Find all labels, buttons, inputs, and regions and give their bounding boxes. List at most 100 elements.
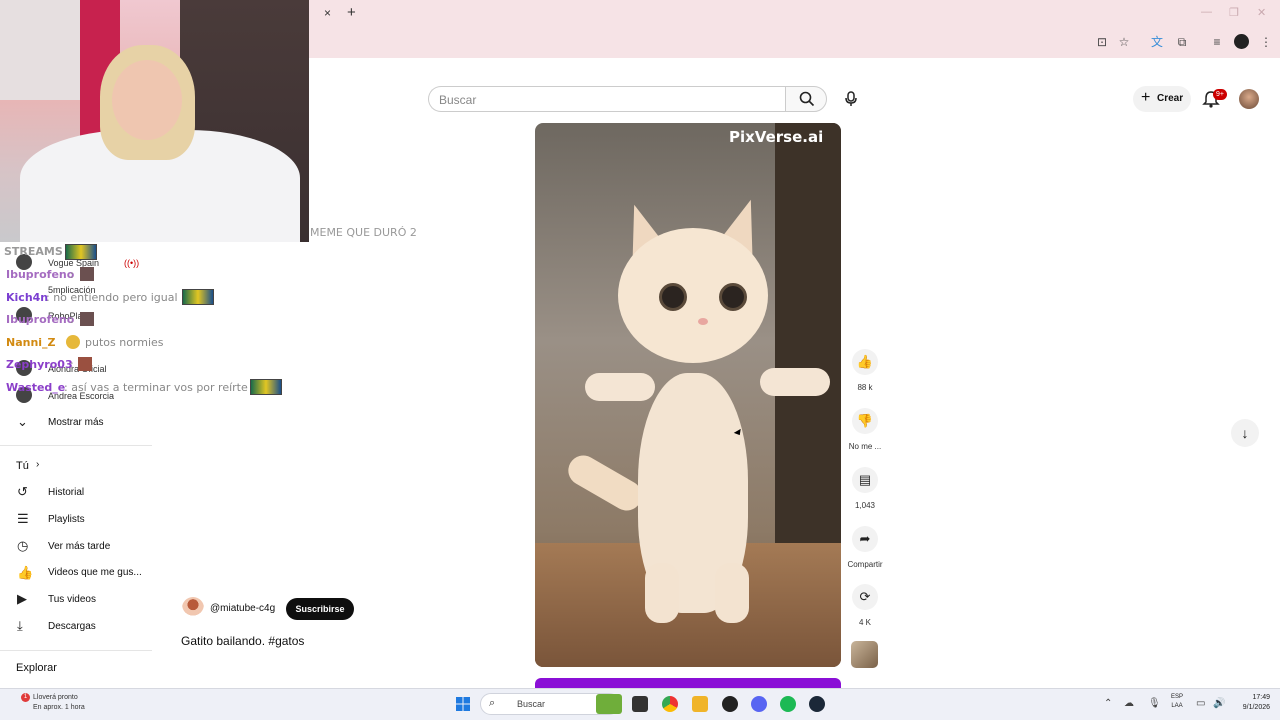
comment-count: 1,043 [854,501,876,510]
voice-search-button[interactable] [838,86,864,112]
chat-username: Wasted_e [6,381,66,394]
chevron-up-icon[interactable]: ⌃ [1104,698,1112,709]
chevron-down-icon: ⌄ [17,414,28,429]
browser-profile-avatar[interactable] [1234,34,1249,49]
spotify-icon[interactable] [780,696,796,712]
lang-line1: ESP [1170,694,1183,700]
remix-count: 4 K [858,618,871,627]
plus-icon: + [1141,89,1151,106]
weather-widget[interactable]: Lloverá pronto En aprox. 1 hora [33,693,85,713]
browser-menu-icon[interactable]: ⋮ [1258,34,1274,50]
short-video-player[interactable]: PixVerse.ai [535,123,841,667]
channel-handle[interactable]: @miatube-c4g [210,603,275,614]
task-view-icon[interactable] [632,696,648,712]
chat-message: : no entiendo pero igual [46,291,178,304]
chat-username: Ibuprofeno [6,268,75,281]
maximize-button[interactable]: ❐ [1229,6,1239,19]
chat-emote [78,357,92,371]
volume-icon[interactable]: 🔊 [1213,698,1225,709]
search-highlight-icon[interactable] [596,694,622,714]
sidebar-item-downloads[interactable]: Descargas [48,621,96,632]
tab-close-button[interactable]: × [324,6,331,20]
search-icon: ⌕ [489,697,496,709]
next-video-button[interactable]: ↓ [1231,419,1259,447]
sidebar-item-history[interactable]: Historial [48,487,84,498]
notifications-badge: 9+ [1213,89,1227,100]
search-icon [799,91,815,107]
microphone-icon [845,91,857,106]
video-title[interactable]: Gatito bailando. #gatos [181,634,304,648]
system-clock[interactable]: 17:49 9/1/2026 [1232,693,1270,713]
taskbar-search-label: Buscar [517,699,546,709]
chat-emote [182,289,214,305]
media-control-icon[interactable]: ≡ [1209,34,1225,50]
weather-line2: En aprox. 1 hora [33,704,85,711]
file-explorer-icon[interactable] [692,696,708,712]
explore-section-heading: Explorar [16,662,57,674]
thumbs-down-icon: 👎 [856,413,874,428]
live-indicator-icon: ((•)) [124,258,140,268]
clock-time: 17:49 [1252,694,1270,701]
chat-message: putos normies [85,336,164,349]
comments-button[interactable]: ▤ [852,467,878,493]
video-watermark: PixVerse.ai [729,128,824,146]
chat-username: Ibuprofeno [6,313,75,326]
share-button[interactable]: ➦ [852,526,878,552]
chat-message: : [70,313,74,326]
sidebar-divider [0,445,152,446]
install-app-icon[interactable]: ⊡ [1094,34,1110,50]
stream-meme-text: MEME QUE DURÓ 2 [310,226,417,239]
chat-emote [80,267,94,281]
playlist-icon: ☰ [17,511,29,526]
create-button[interactable]: + Crear [1133,86,1191,112]
chrome-icon[interactable] [662,696,678,712]
microphone-icon[interactable]: 🎙 [1148,698,1161,709]
chat-emote [66,335,80,349]
channel-avatar[interactable] [182,597,204,619]
bookmark-star-icon[interactable]: ☆ [1116,34,1132,50]
search-input[interactable]: Buscar [428,86,786,112]
extensions-icon[interactable]: ⧉ [1174,34,1190,50]
network-icon[interactable]: ▭ [1196,698,1205,709]
steam-icon[interactable] [809,696,825,712]
onedrive-icon[interactable]: ☁ [1124,698,1134,709]
sidebar-item-watch-later[interactable]: Ver más tarde [48,541,110,552]
sidebar-item-liked-videos[interactable]: Videos que me gus... [48,567,142,578]
dislike-button[interactable]: 👎 [852,408,878,434]
arrow-down-icon: ↓ [1241,425,1249,441]
clock-date: 9/1/2026 [1242,704,1270,711]
chat-message: : así vas a terminar vos por reírte [64,381,248,394]
sidebar-divider [0,650,152,651]
search-button[interactable] [785,86,827,112]
comment-icon: ▤ [858,472,872,487]
close-window-button[interactable]: ✕ [1257,6,1266,19]
like-icon: 👍 [17,565,34,580]
remix-icon: ⟳ [859,589,871,604]
lang-line2: LAA [1171,703,1183,709]
minimize-button[interactable]: — [1201,6,1212,18]
chat-username: Nanni_Z [6,336,56,349]
like-button[interactable]: 👍 [852,349,878,375]
like-count: 88 k [857,383,873,392]
audio-thumbnail[interactable] [851,641,878,668]
download-icon: ⤓ [17,618,23,633]
translate-extension-icon[interactable]: 文 [1149,34,1165,50]
sidebar-item-playlists[interactable]: Playlists [48,514,85,525]
watch-later-icon: ◷ [17,538,29,553]
input-language[interactable]: ESP LAA [1166,693,1188,711]
app-icon[interactable] [722,696,738,712]
discord-icon[interactable] [751,696,767,712]
remix-button[interactable]: ⟳ [852,584,878,610]
subscribe-button[interactable]: Suscribirse [286,598,354,620]
new-tab-button[interactable]: + [347,4,356,21]
share-label: Compartir [847,560,883,569]
chat-username: Zephyro03 [6,358,73,371]
user-avatar[interactable] [1239,89,1259,109]
windows-start-icon[interactable] [455,696,471,712]
show-more-button[interactable]: Mostrar más [48,417,104,428]
thumbs-up-icon: 👍 [856,354,874,369]
dislike-label: No me ... [848,442,882,451]
you-section-heading[interactable]: Tú [16,460,29,472]
weather-badge: 1 [21,693,30,702]
sidebar-item-your-videos[interactable]: Tus videos [48,594,96,605]
